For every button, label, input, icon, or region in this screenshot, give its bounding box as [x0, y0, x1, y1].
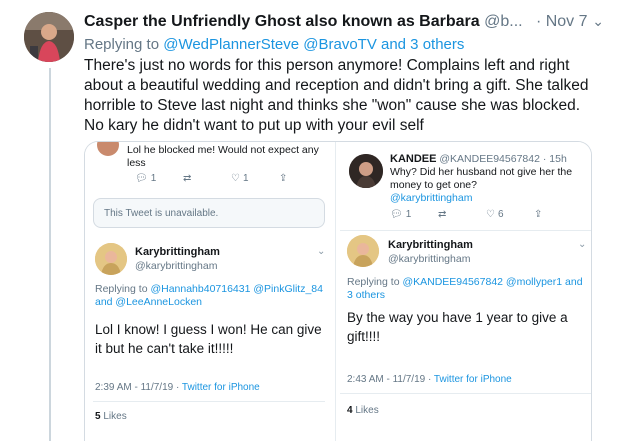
screenshot-left-panel: Lol he blocked me! Would not expect any …	[85, 142, 331, 441]
screenshot-right-panel: KANDEE @KANDEE94567842 · 15h Why? Did he…	[340, 142, 591, 441]
likes-number: 5	[95, 411, 101, 422]
likes-label: Likes	[355, 405, 379, 416]
likes-count[interactable]: 5 Likes	[95, 411, 127, 422]
avatar	[97, 142, 119, 156]
avatar[interactable]	[24, 12, 74, 62]
replying-to: Replying to @KANDEE94567842 @mollyper1 a…	[347, 276, 583, 302]
tweet-date[interactable]: Nov 7	[546, 13, 588, 30]
kandee-header: KANDEE @KANDEE94567842 · 15h	[390, 153, 567, 165]
timestamp-line: 2:39 AM - 11/7/19 · Twitter for iPhone	[95, 382, 260, 393]
timestamp-line: 2:43 AM - 11/7/19 · Twitter for iPhone	[347, 374, 512, 385]
unavailable-tweet-notice: This Tweet is unavailable.	[93, 198, 325, 228]
tweet-header: Casper the Unfriendly Ghost also known a…	[84, 13, 604, 35]
replying-to: Replying to @WedPlannerSteve @BravoTV an…	[84, 36, 464, 53]
attached-screenshot[interactable]: Lol he blocked me! Would not expect any …	[84, 141, 592, 441]
replying-targets[interactable]: @WedPlannerSteve @BravoTV and 3 others	[163, 36, 464, 53]
divider	[93, 401, 325, 402]
handle[interactable]: @b...	[484, 13, 522, 30]
kandee-time: 15h	[549, 153, 567, 165]
like-icon[interactable]: ♡	[231, 173, 240, 184]
author-name[interactable]: Karybrittingham	[388, 239, 473, 252]
divider	[340, 393, 591, 394]
display-name[interactable]: Casper the Unfriendly Ghost also known a…	[84, 13, 480, 30]
reply-icon[interactable]: 💬︎	[390, 209, 403, 220]
likes-label: Likes	[103, 411, 127, 422]
chevron-down-icon[interactable]: ⌄	[578, 239, 586, 250]
replying-prefix: Replying to	[95, 283, 148, 295]
tweet-text: There's just no words for this person an…	[84, 57, 589, 134]
like-count: 6	[497, 209, 504, 220]
source: Twitter for iPhone	[181, 382, 260, 393]
avatar	[347, 235, 379, 267]
retweet-icon[interactable]: ⇄	[183, 173, 191, 184]
author-handle[interactable]: @karybrittingham	[388, 253, 470, 266]
author-name[interactable]: Karybrittingham	[135, 246, 220, 259]
thread-line	[49, 68, 51, 441]
separator: ·	[535, 13, 542, 30]
share-icon[interactable]: ⇪	[534, 209, 542, 220]
retweet-icon[interactable]: ⇄	[438, 209, 446, 220]
likes-count[interactable]: 4 Likes	[347, 405, 379, 416]
top-action-bar: 💬︎ 1 ⇄ ♡ 1 ⇪	[135, 173, 327, 184]
reply-text: By the way you have 1 year to give a gif…	[347, 310, 568, 344]
avatar	[95, 243, 127, 275]
replying-prefix: Replying to	[84, 36, 160, 53]
reply-count: 1	[150, 173, 157, 184]
author-handle[interactable]: @karybrittingham	[135, 260, 217, 273]
top-reply-text: Lol he blocked me! Would not expect any …	[127, 144, 319, 169]
like-icon[interactable]: ♡	[486, 209, 495, 220]
likes-number: 4	[347, 405, 353, 416]
kandee-action-bar: 💬︎ 1 ⇄ ♡ 6 ⇪	[390, 209, 582, 220]
kandee-handle: @KANDEE94567842	[439, 153, 540, 165]
chevron-down-icon[interactable]: ⌄	[592, 13, 604, 30]
kandee-name: KANDEE	[390, 153, 437, 165]
chevron-down-icon[interactable]: ⌄	[317, 246, 325, 257]
source: Twitter for iPhone	[433, 374, 512, 385]
kandee-mention[interactable]: @karybrittingham	[390, 192, 472, 205]
replying-to: Replying to @Hannahb40716431 @PinkGlitz_…	[95, 283, 325, 309]
share-icon[interactable]: ⇪	[279, 173, 287, 184]
replying-prefix: Replying to	[347, 276, 400, 288]
reply-icon[interactable]: 💬︎	[135, 173, 148, 184]
kandee-text: Why? Did her husband not give her the mo…	[390, 166, 573, 191]
panel-divider	[335, 142, 336, 441]
avatar	[349, 154, 383, 188]
divider	[340, 230, 591, 231]
timestamp: 2:43 AM - 11/7/19	[347, 374, 426, 385]
reply-text: Lol I know! I guess I won! He can give i…	[95, 322, 322, 356]
timestamp: 2:39 AM - 11/7/19	[95, 382, 174, 393]
like-count: 1	[242, 173, 249, 184]
reply-count: 1	[405, 209, 412, 220]
